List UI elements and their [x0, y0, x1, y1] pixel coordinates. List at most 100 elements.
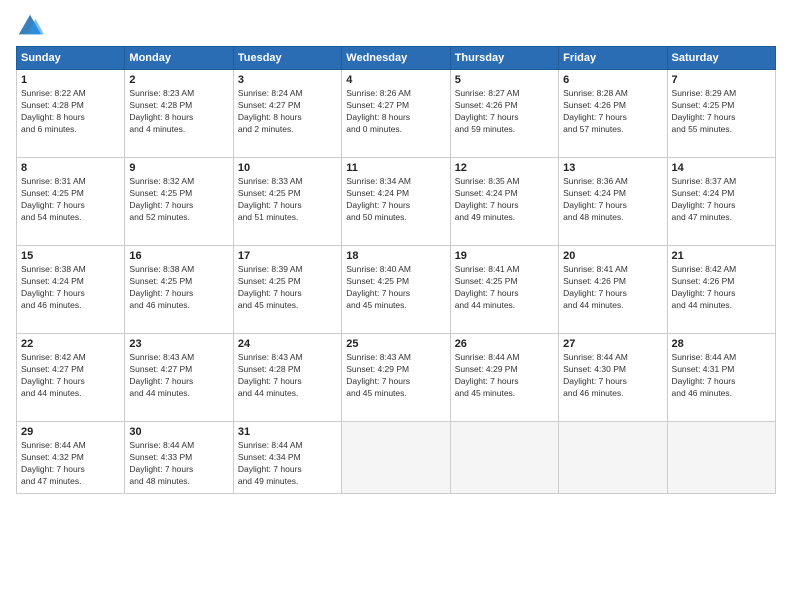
header-day-thursday: Thursday — [450, 47, 558, 70]
day-cell: 29 Sunrise: 8:44 AMSunset: 4:32 PMDayligh… — [17, 422, 125, 494]
day-cell: 9Sunrise: 8:32 AMSunset: 4:25 PMDaylight… — [125, 158, 233, 246]
day-number: 11 — [346, 162, 445, 174]
day-number: 7 — [672, 74, 771, 86]
day-info: Sunrise: 8:43 AMSunset: 4:27 PMDaylight:… — [129, 352, 228, 400]
day-info: Sunrise: 8:40 AMSunset: 4:25 PMDaylight:… — [346, 264, 445, 312]
day-number: 8 — [21, 162, 120, 174]
day-cell: 27 Sunrise: 8:44 AMSunset: 4:30 PMDayligh… — [559, 334, 667, 422]
week-row-2: 8 Sunrise: 8:31 AMSunset: 4:25 PMDaylight… — [17, 158, 776, 246]
header-day-monday: Monday — [125, 47, 233, 70]
day-cell — [559, 422, 667, 494]
day-cell: 22Sunrise: 8:42 AMSunset: 4:27 PMDayligh… — [17, 334, 125, 422]
day-number: 12 — [455, 162, 554, 174]
day-number: 20 — [563, 250, 662, 262]
day-cell: 12 Sunrise: 8:35 AMSunset: 4:24 PMDayligh… — [450, 158, 558, 246]
day-info: Sunrise: 8:38 AMSunset: 4:24 PMDaylight:… — [21, 264, 120, 312]
day-number: 19 — [455, 250, 554, 262]
logo — [16, 12, 48, 40]
header-day-friday: Friday — [559, 47, 667, 70]
day-info: Sunrise: 8:42 AMSunset: 4:26 PMDaylight:… — [672, 264, 771, 312]
day-number: 10 — [238, 162, 337, 174]
day-cell: 11 Sunrise: 8:34 AMSunset: 4:24 PMDayligh… — [342, 158, 450, 246]
day-number: 23 — [129, 338, 228, 350]
day-info: Sunrise: 8:41 AMSunset: 4:25 PMDaylight:… — [455, 264, 554, 312]
day-cell — [667, 422, 775, 494]
day-info: Sunrise: 8:27 AMSunset: 4:26 PMDaylight:… — [455, 88, 554, 136]
day-number: 25 — [346, 338, 445, 350]
day-info: Sunrise: 8:38 AMSunset: 4:25 PMDaylight:… — [129, 264, 228, 312]
header-day-wednesday: Wednesday — [342, 47, 450, 70]
day-info: Sunrise: 8:24 AMSunset: 4:27 PMDaylight:… — [238, 88, 337, 136]
header-day-sunday: Sunday — [17, 47, 125, 70]
day-number: 15 — [21, 250, 120, 262]
calendar-table: SundayMondayTuesdayWednesdayThursdayFrid… — [16, 46, 776, 494]
day-number: 5 — [455, 74, 554, 86]
day-info: Sunrise: 8:35 AMSunset: 4:24 PMDaylight:… — [455, 176, 554, 224]
week-row-4: 22Sunrise: 8:42 AMSunset: 4:27 PMDayligh… — [17, 334, 776, 422]
header — [16, 12, 776, 40]
day-info: Sunrise: 8:26 AMSunset: 4:27 PMDaylight:… — [346, 88, 445, 136]
day-info: Sunrise: 8:34 AMSunset: 4:24 PMDaylight:… — [346, 176, 445, 224]
day-info: Sunrise: 8:36 AMSunset: 4:24 PMDaylight:… — [563, 176, 662, 224]
day-number: 6 — [563, 74, 662, 86]
header-day-tuesday: Tuesday — [233, 47, 341, 70]
day-cell: 1 Sunrise: 8:22 AMSunset: 4:28 PMDaylight… — [17, 70, 125, 158]
day-cell: 4 Sunrise: 8:26 AMSunset: 4:27 PMDaylight… — [342, 70, 450, 158]
day-info: Sunrise: 8:29 AMSunset: 4:25 PMDaylight:… — [672, 88, 771, 136]
day-number: 16 — [129, 250, 228, 262]
day-number: 2 — [129, 74, 228, 86]
day-cell: 2 Sunrise: 8:23 AMSunset: 4:28 PMDaylight… — [125, 70, 233, 158]
day-cell: 20 Sunrise: 8:41 AMSunset: 4:26 PMDayligh… — [559, 246, 667, 334]
week-row-3: 15 Sunrise: 8:38 AMSunset: 4:24 PMDayligh… — [17, 246, 776, 334]
day-cell: 7 Sunrise: 8:29 AMSunset: 4:25 PMDaylight… — [667, 70, 775, 158]
day-number: 3 — [238, 74, 337, 86]
day-info: Sunrise: 8:44 AMSunset: 4:31 PMDaylight:… — [672, 352, 771, 400]
day-number: 22 — [21, 338, 120, 350]
day-info: Sunrise: 8:23 AMSunset: 4:28 PMDaylight:… — [129, 88, 228, 136]
day-info: Sunrise: 8:28 AMSunset: 4:26 PMDaylight:… — [563, 88, 662, 136]
day-info: Sunrise: 8:44 AMSunset: 4:34 PMDaylight:… — [238, 440, 337, 488]
day-cell: 13Sunrise: 8:36 AMSunset: 4:24 PMDayligh… — [559, 158, 667, 246]
day-info: Sunrise: 8:22 AMSunset: 4:28 PMDaylight:… — [21, 88, 120, 136]
day-info: Sunrise: 8:44 AMSunset: 4:30 PMDaylight:… — [563, 352, 662, 400]
day-info: Sunrise: 8:43 AMSunset: 4:28 PMDaylight:… — [238, 352, 337, 400]
header-row: SundayMondayTuesdayWednesdayThursdayFrid… — [17, 47, 776, 70]
day-info: Sunrise: 8:43 AMSunset: 4:29 PMDaylight:… — [346, 352, 445, 400]
day-number: 29 — [21, 426, 120, 438]
day-cell — [342, 422, 450, 494]
day-number: 21 — [672, 250, 771, 262]
day-info: Sunrise: 8:41 AMSunset: 4:26 PMDaylight:… — [563, 264, 662, 312]
day-number: 1 — [21, 74, 120, 86]
day-info: Sunrise: 8:37 AMSunset: 4:24 PMDaylight:… — [672, 176, 771, 224]
day-cell — [450, 422, 558, 494]
week-row-1: 1 Sunrise: 8:22 AMSunset: 4:28 PMDaylight… — [17, 70, 776, 158]
page: SundayMondayTuesdayWednesdayThursdayFrid… — [0, 0, 792, 612]
logo-icon — [16, 12, 44, 40]
day-info: Sunrise: 8:31 AMSunset: 4:25 PMDaylight:… — [21, 176, 120, 224]
day-number: 4 — [346, 74, 445, 86]
header-day-saturday: Saturday — [667, 47, 775, 70]
day-cell: 16 Sunrise: 8:38 AMSunset: 4:25 PMDayligh… — [125, 246, 233, 334]
day-cell: 25 Sunrise: 8:43 AMSunset: 4:29 PMDayligh… — [342, 334, 450, 422]
day-cell: 17Sunrise: 8:39 AMSunset: 4:25 PMDayligh… — [233, 246, 341, 334]
day-number: 14 — [672, 162, 771, 174]
day-number: 28 — [672, 338, 771, 350]
day-cell: 18 Sunrise: 8:40 AMSunset: 4:25 PMDayligh… — [342, 246, 450, 334]
day-number: 30 — [129, 426, 228, 438]
day-number: 17 — [238, 250, 337, 262]
day-number: 24 — [238, 338, 337, 350]
day-cell: 10Sunrise: 8:33 AMSunset: 4:25 PMDayligh… — [233, 158, 341, 246]
day-cell: 8 Sunrise: 8:31 AMSunset: 4:25 PMDaylight… — [17, 158, 125, 246]
day-number: 27 — [563, 338, 662, 350]
day-number: 9 — [129, 162, 228, 174]
day-cell: 6 Sunrise: 8:28 AMSunset: 4:26 PMDaylight… — [559, 70, 667, 158]
day-number: 26 — [455, 338, 554, 350]
day-info: Sunrise: 8:44 AMSunset: 4:29 PMDaylight:… — [455, 352, 554, 400]
day-cell: 23 Sunrise: 8:43 AMSunset: 4:27 PMDayligh… — [125, 334, 233, 422]
week-row-5: 29 Sunrise: 8:44 AMSunset: 4:32 PMDayligh… — [17, 422, 776, 494]
day-info: Sunrise: 8:44 AMSunset: 4:32 PMDaylight:… — [21, 440, 120, 488]
day-cell: 31Sunrise: 8:44 AMSunset: 4:34 PMDayligh… — [233, 422, 341, 494]
day-cell: 3 Sunrise: 8:24 AMSunset: 4:27 PMDaylight… — [233, 70, 341, 158]
day-number: 18 — [346, 250, 445, 262]
day-cell: 26 Sunrise: 8:44 AMSunset: 4:29 PMDayligh… — [450, 334, 558, 422]
